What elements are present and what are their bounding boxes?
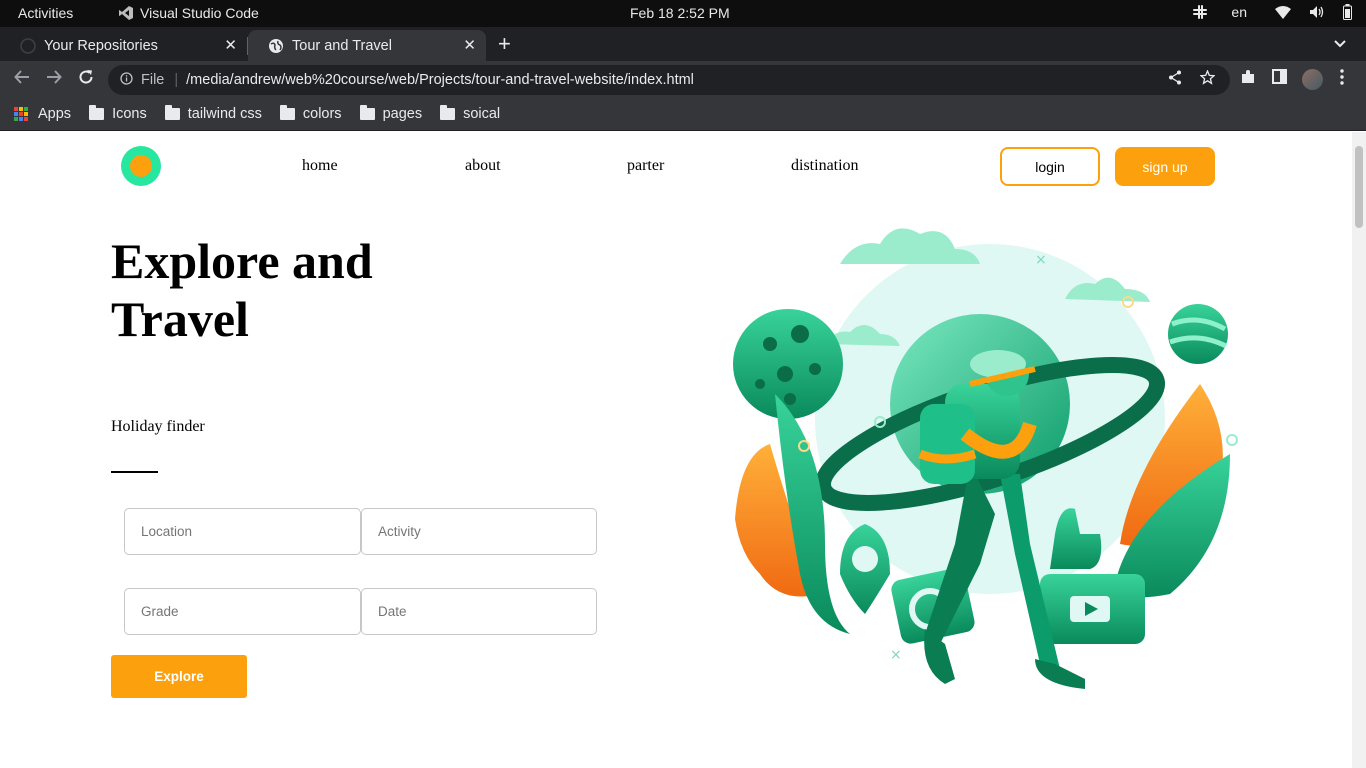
scrollbar-thumb[interactable] [1355, 146, 1363, 228]
close-tab-icon[interactable]: ✕ [463, 36, 476, 54]
tab-title: Your Repositories [44, 37, 158, 54]
bookmark-label: Apps [38, 106, 72, 122]
tab-search-chevron-icon[interactable] [1334, 35, 1346, 51]
svg-text:×: × [1035, 252, 1047, 268]
more-menu-icon[interactable] [1340, 69, 1344, 90]
bookmark-folder-icons[interactable]: Icons [89, 105, 147, 122]
globe-icon [268, 38, 284, 54]
system-tray[interactable]: en [1193, 4, 1352, 20]
grade-input[interactable] [124, 588, 361, 635]
activities-button[interactable]: Activities [18, 5, 73, 21]
slack-icon[interactable] [1193, 5, 1208, 19]
clock[interactable]: Feb 18 2:52 PM [630, 5, 730, 21]
url-scheme-label: File [141, 72, 165, 88]
bookmark-label: soical [463, 106, 501, 122]
input-language-indicator[interactable]: en [1231, 4, 1247, 20]
wifi-icon[interactable] [1275, 5, 1291, 19]
location-input[interactable] [124, 508, 361, 555]
subtitle-underline [111, 471, 158, 473]
url-divider: | [174, 72, 179, 88]
folder-icon [164, 105, 180, 120]
bookmark-apps[interactable]: Apps [14, 106, 71, 122]
browser-toolbar: File | /media/andrew/web%20course/web/Pr… [0, 61, 1366, 98]
battery-icon[interactable] [1343, 4, 1352, 20]
tab-your-repositories[interactable]: Your Repositories ✕ [0, 30, 247, 61]
hero-title-line-1: Explore and [111, 233, 373, 289]
bookmark-label: tailwind css [187, 106, 262, 122]
volume-icon[interactable] [1309, 5, 1325, 19]
date-input[interactable] [361, 588, 597, 635]
signup-button[interactable]: sign up [1115, 147, 1215, 186]
bookmark-star-icon[interactable] [1199, 69, 1216, 89]
web-page: home about parter distination login sign… [0, 132, 1352, 768]
active-app-menu[interactable]: Visual Studio Code [118, 5, 259, 21]
bookmark-label: colors [302, 106, 342, 122]
bookmark-label: pages [382, 106, 423, 122]
apps-grid-icon [14, 107, 28, 121]
browser-tab-strip: Your Repositories ✕ Tour and Travel ✕ + [0, 27, 1366, 61]
bookmark-folder-soical[interactable]: soical [440, 105, 501, 122]
explore-button[interactable]: Explore [111, 655, 247, 698]
folder-icon [359, 105, 375, 120]
page-scrollbar[interactable] [1352, 132, 1366, 768]
vscode-icon [119, 6, 133, 20]
bookmark-label: Icons [112, 106, 147, 122]
tab-tour-and-travel[interactable]: Tour and Travel ✕ [248, 30, 486, 61]
extensions-puzzle-icon[interactable] [1240, 69, 1256, 90]
close-tab-icon[interactable]: ✕ [224, 36, 237, 54]
folder-icon [279, 105, 295, 120]
tab-title: Tour and Travel [292, 37, 392, 54]
site-info-icon[interactable] [120, 72, 133, 88]
address-bar[interactable]: File | /media/andrew/web%20course/web/Pr… [108, 65, 1230, 95]
site-logo-dot [130, 155, 152, 177]
side-panel-icon[interactable] [1272, 69, 1287, 89]
bookmark-folder-colors[interactable]: colors [279, 105, 342, 122]
nav-link-home[interactable]: home [302, 157, 338, 175]
bookmarks-bar: Apps Icons tailwind css colors pages soi… [0, 98, 1366, 131]
github-icon [20, 37, 36, 54]
svg-text:×: × [890, 647, 902, 663]
reload-icon[interactable] [78, 69, 94, 90]
activity-input[interactable] [361, 508, 597, 555]
site-logo[interactable] [121, 146, 161, 186]
forward-arrow-icon[interactable] [46, 69, 62, 90]
hero-title: Explore and Travel [111, 232, 531, 348]
nav-link-about[interactable]: about [465, 157, 501, 175]
back-arrow-icon[interactable] [14, 69, 30, 90]
share-icon[interactable] [1168, 70, 1182, 89]
new-tab-icon[interactable]: + [498, 31, 511, 57]
nav-link-destination[interactable]: distination [791, 157, 859, 175]
hero-title-line-2: Travel [111, 291, 249, 347]
folder-icon [440, 105, 456, 120]
bookmark-folder-tailwind-css[interactable]: tailwind css [164, 105, 262, 122]
profile-avatar[interactable] [1302, 69, 1323, 90]
login-button[interactable]: login [1000, 147, 1100, 186]
nav-link-partner[interactable]: parter [627, 157, 664, 175]
hero-subtitle: Holiday finder [111, 418, 205, 435]
system-top-bar: Activities Visual Studio Code Feb 18 2:5… [0, 0, 1366, 27]
folder-icon [89, 105, 105, 120]
active-app-name: Visual Studio Code [140, 5, 259, 21]
url-text[interactable]: /media/andrew/web%20course/web/Projects/… [186, 72, 694, 88]
bookmark-folder-pages[interactable]: pages [359, 105, 423, 122]
traveler-illustration: × × [733, 228, 1238, 689]
